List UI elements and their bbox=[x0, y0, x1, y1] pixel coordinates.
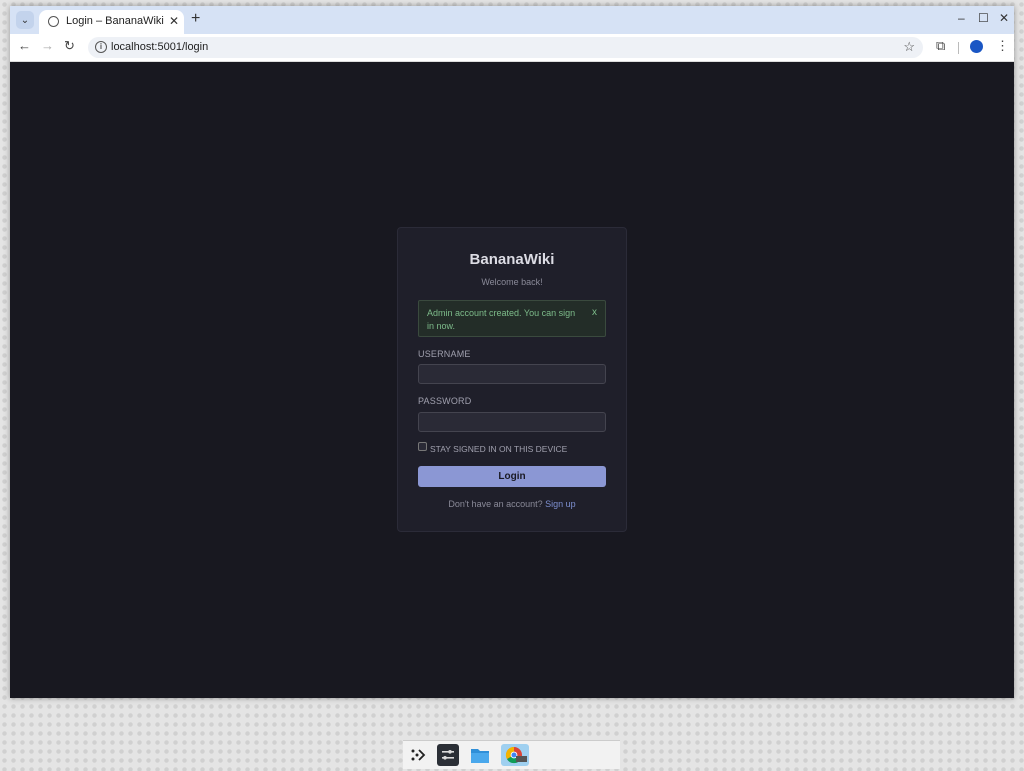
chrome-icon[interactable] bbox=[501, 744, 529, 766]
forward-icon[interactable]: → bbox=[41, 38, 54, 53]
tab-login[interactable]: Login – BananaWiki ✕ bbox=[39, 10, 184, 34]
profile-icon[interactable] bbox=[970, 40, 983, 53]
page-content: BananaWiki Welcome back! Admin account c… bbox=[10, 62, 1014, 698]
close-window-icon[interactable]: ✕ bbox=[999, 11, 1009, 25]
toolbar-divider bbox=[958, 42, 959, 54]
plus-icon[interactable]: + bbox=[191, 10, 200, 28]
url-text[interactable]: localhost:5001/login bbox=[111, 41, 208, 53]
brand-title: BananaWiki bbox=[469, 251, 555, 268]
back-icon[interactable]: ← bbox=[18, 38, 31, 53]
globe-icon bbox=[48, 16, 59, 27]
password-input[interactable] bbox=[418, 412, 606, 432]
username-label: USERNAME bbox=[418, 349, 471, 359]
maximize-icon[interactable]: ☐ bbox=[978, 11, 989, 25]
welcome-subtitle: Welcome back! bbox=[481, 277, 543, 287]
close-icon[interactable]: ✕ bbox=[169, 14, 179, 28]
remember-label[interactable]: STAY SIGNED IN ON THIS DEVICE bbox=[430, 444, 567, 454]
browser-window: ⌄ Login – BananaWiki ✕ + – ☐ ✕ ← → ↻ i l… bbox=[10, 6, 1014, 698]
star-icon[interactable]: ☆ bbox=[903, 39, 915, 55]
remember-checkbox[interactable] bbox=[418, 442, 427, 451]
files-icon[interactable] bbox=[469, 744, 491, 766]
success-alert: Admin account created. You can sign in n… bbox=[418, 300, 606, 337]
menu-icon[interactable]: ⋮ bbox=[996, 38, 1009, 54]
tab-title: Login – BananaWiki bbox=[66, 15, 164, 27]
username-input[interactable] bbox=[418, 364, 606, 384]
signup-link[interactable]: Sign up bbox=[545, 499, 576, 509]
taskbar bbox=[403, 740, 620, 769]
signup-prompt-text: Don't have an account? bbox=[448, 499, 543, 509]
info-icon[interactable]: i bbox=[95, 41, 107, 53]
password-label: PASSWORD bbox=[418, 396, 472, 406]
reload-icon[interactable]: ↻ bbox=[64, 38, 75, 54]
extensions-icon[interactable]: ⧉ bbox=[936, 38, 945, 54]
tab-bar: ⌄ Login – BananaWiki ✕ + – ☐ ✕ bbox=[10, 6, 1014, 34]
signup-prompt: Don't have an account? Sign up bbox=[398, 499, 626, 509]
browser-toolbar: ← → ↻ i localhost:5001/login ☆ ⧉ ⋮ bbox=[10, 34, 1014, 62]
alert-close-icon[interactable]: x bbox=[592, 307, 597, 318]
address-bar[interactable]: i localhost:5001/login ☆ bbox=[88, 37, 923, 58]
login-card: BananaWiki Welcome back! Admin account c… bbox=[397, 227, 627, 532]
tab-list-icon[interactable]: ⌄ bbox=[16, 11, 34, 29]
alert-message: Admin account created. You can sign in n… bbox=[427, 308, 576, 331]
login-button[interactable]: Login bbox=[418, 466, 606, 487]
launcher-icon[interactable] bbox=[407, 744, 429, 766]
minimize-icon[interactable]: – bbox=[958, 11, 965, 25]
settings-icon[interactable] bbox=[437, 744, 459, 766]
